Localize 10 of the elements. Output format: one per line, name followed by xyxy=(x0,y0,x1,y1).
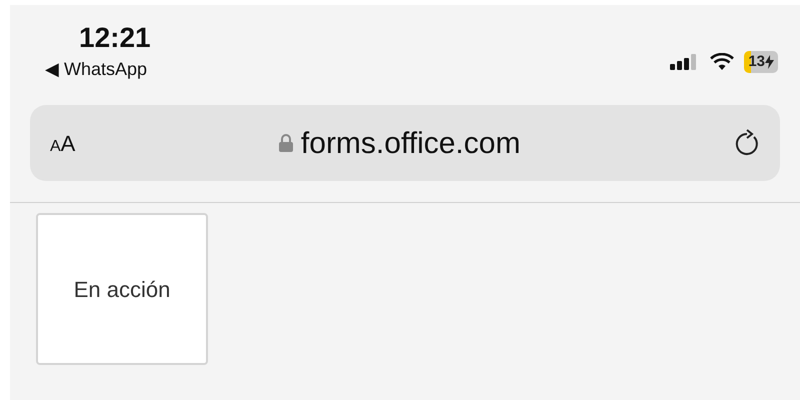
text-size-button[interactable]: AA xyxy=(50,126,76,160)
lock-icon xyxy=(278,134,293,152)
option-card[interactable]: En acción xyxy=(36,213,208,365)
address-bar[interactable]: AA forms.office.com xyxy=(30,105,780,181)
bolt-icon xyxy=(765,55,774,69)
reload-icon[interactable] xyxy=(734,129,760,157)
back-to-app-link[interactable]: ◀ WhatsApp xyxy=(45,57,151,81)
url-text: forms.office.com xyxy=(300,126,520,162)
status-time: 12:21 xyxy=(79,21,151,55)
wifi-icon xyxy=(710,53,734,71)
